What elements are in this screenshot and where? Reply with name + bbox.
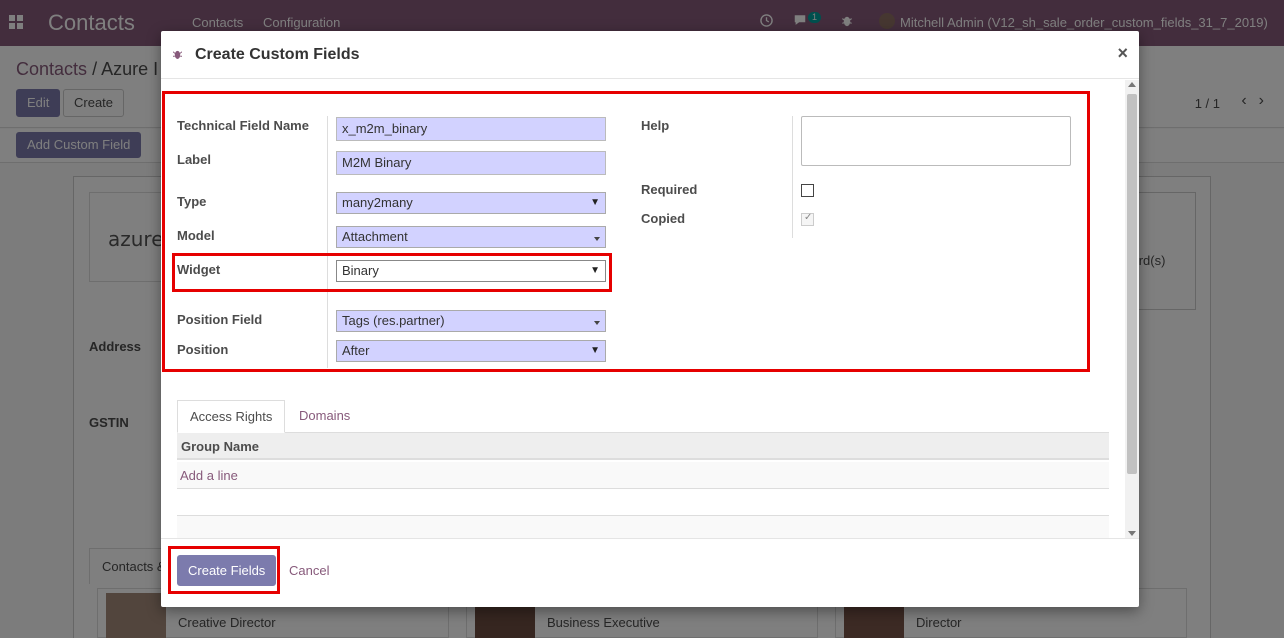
- caret-down-icon: [594, 237, 600, 241]
- required-label: Required: [641, 182, 698, 197]
- create-fields-button[interactable]: Create Fields: [177, 555, 277, 586]
- position-label: Position: [177, 342, 229, 357]
- position-field-value: Tags (res.partner): [342, 313, 445, 328]
- model-label: Model: [177, 228, 215, 243]
- copied-label: Copied: [641, 211, 686, 226]
- dialog-title: Create Custom Fields: [195, 46, 360, 63]
- position-field-select[interactable]: Tags (res.partner): [336, 310, 606, 332]
- table-row: [177, 490, 1109, 516]
- chevron-down-icon: ▼: [590, 265, 600, 276]
- column-divider: [792, 116, 793, 238]
- notebook-tabs: Access Rights Domains: [177, 400, 1109, 433]
- technical-name-input[interactable]: x_m2m_binary: [336, 117, 606, 141]
- position-value: After: [342, 343, 370, 358]
- type-value: many2many: [342, 195, 413, 210]
- type-label: Type: [177, 194, 207, 209]
- dialog-footer: Create Fields Cancel: [161, 538, 1139, 607]
- chevron-down-icon: ▼: [590, 345, 600, 356]
- dialog-body: Technical Field Name x_m2m_binary Label …: [161, 80, 1125, 538]
- tab-domains[interactable]: Domains: [287, 400, 362, 433]
- help-label: Help: [641, 118, 670, 133]
- help-textarea[interactable]: [801, 116, 1071, 166]
- scroll-thumb[interactable]: [1127, 94, 1137, 474]
- table-header: Group Name: [177, 433, 1109, 460]
- model-value: Attachment: [342, 229, 408, 244]
- scroll-down-icon[interactable]: [1128, 531, 1136, 536]
- copied-checkbox: [801, 212, 814, 226]
- cancel-button[interactable]: Cancel: [289, 563, 329, 578]
- required-checkbox[interactable]: [801, 184, 814, 197]
- label-input[interactable]: M2M Binary: [336, 151, 606, 175]
- close-icon[interactable]: ×: [1117, 43, 1128, 64]
- widget-label: Widget: [177, 262, 221, 277]
- table-row: [177, 516, 1109, 538]
- chevron-down-icon: ▼: [590, 197, 600, 208]
- dialog-header: Create Custom Fields ×: [161, 31, 1139, 79]
- model-select[interactable]: Attachment: [336, 226, 606, 248]
- widget-value: Binary: [342, 263, 379, 278]
- column-divider: [327, 116, 328, 368]
- position-field-label: Position Field: [177, 312, 263, 327]
- caret-down-icon: [594, 321, 600, 325]
- scroll-up-icon[interactable]: [1128, 82, 1136, 87]
- bug-icon: [173, 50, 182, 59]
- add-line-link[interactable]: Add a line: [180, 468, 238, 483]
- label-label: Label: [177, 152, 211, 167]
- widget-select[interactable]: Binary ▼: [336, 260, 606, 282]
- create-custom-fields-dialog: Create Custom Fields × Technical Field N…: [161, 31, 1139, 607]
- dialog-scrollbar[interactable]: [1125, 80, 1139, 538]
- column-group-name[interactable]: Group Name: [181, 439, 259, 454]
- position-select[interactable]: After ▼: [336, 340, 606, 362]
- technical-name-label: Technical Field Name: [177, 118, 309, 133]
- type-select[interactable]: many2many ▼: [336, 192, 606, 214]
- tab-access-rights[interactable]: Access Rights: [177, 400, 286, 433]
- add-line-row: Add a line: [177, 462, 1109, 489]
